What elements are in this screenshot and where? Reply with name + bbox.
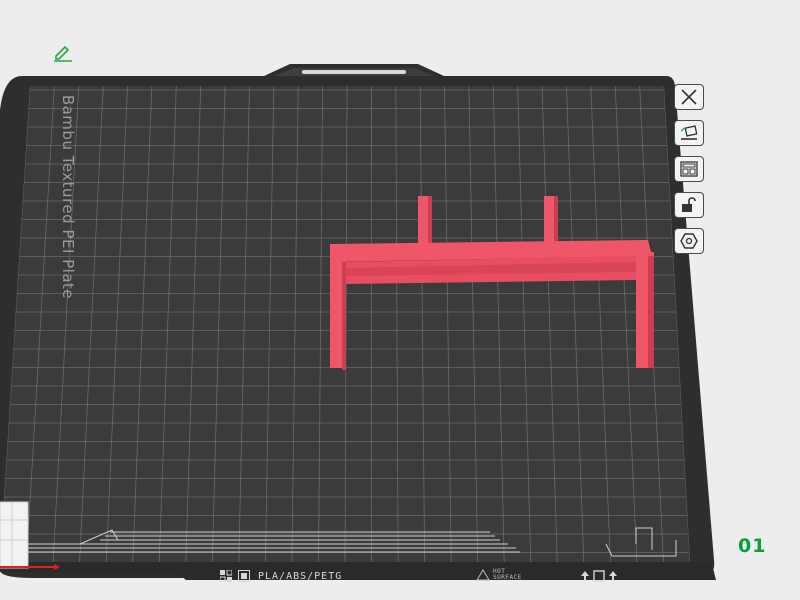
- fill-plate-button[interactable]: [674, 120, 704, 146]
- corner-grid: [0, 501, 29, 569]
- orientation-markers: [580, 570, 618, 582]
- 3d-viewport[interactable]: Bambu Textured PEI Plate 01 PLA/ABS/PETG…: [0, 0, 800, 600]
- grid-logo-icon: [220, 570, 232, 582]
- hexagon-icon: [680, 233, 698, 249]
- arrange-button[interactable]: [674, 156, 704, 182]
- plate-type-name: Bambu Textured PEI Plate: [59, 94, 77, 300]
- delete-plate-button[interactable]: [674, 84, 704, 110]
- paint-plate-icon: [680, 125, 698, 140]
- handle-slot: [302, 70, 406, 74]
- arrange-icon: [680, 161, 698, 177]
- warning-triangle-icon: [476, 569, 490, 581]
- arrow-up-icon: [581, 571, 589, 581]
- plate-toolbar: [674, 84, 704, 254]
- surface-label: SURFACE: [493, 574, 522, 581]
- arrow-up-icon: [609, 571, 617, 581]
- unlock-icon: [682, 197, 696, 212]
- lock-plate-button[interactable]: [674, 192, 704, 218]
- edit-plate-name-icon[interactable]: [52, 44, 74, 62]
- plate-type-icon: [238, 570, 250, 582]
- square-marker-icon: [593, 570, 605, 582]
- plate-info-strip: PLA/ABS/PETG HOT SURFACE: [214, 568, 630, 584]
- filament-compat-label: PLA/ABS/PETG: [258, 570, 343, 582]
- plate-settings-button[interactable]: [674, 228, 704, 254]
- plate-index-label: 01: [738, 535, 767, 557]
- hot-surface-warning: HOT SURFACE: [476, 569, 522, 581]
- close-icon: [681, 89, 697, 105]
